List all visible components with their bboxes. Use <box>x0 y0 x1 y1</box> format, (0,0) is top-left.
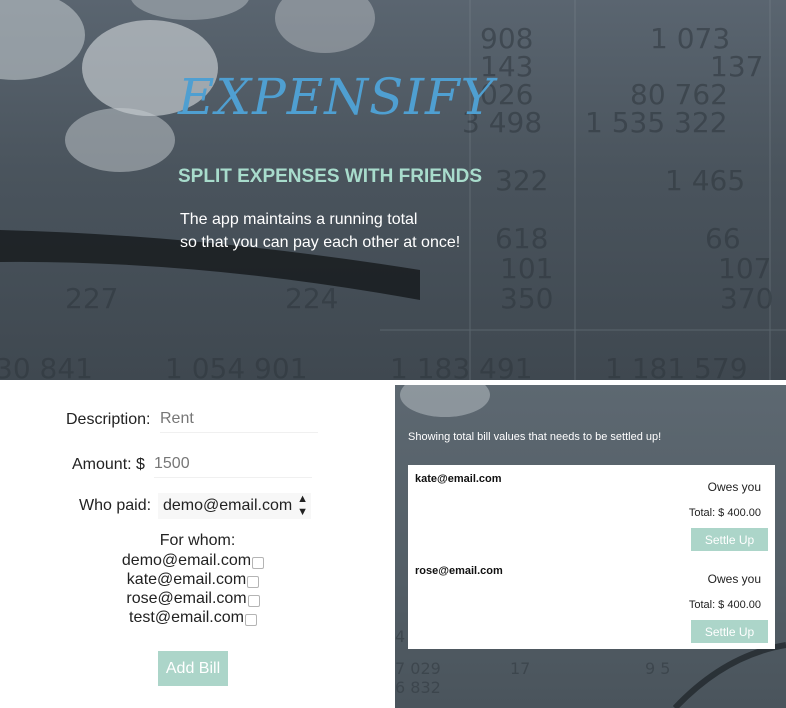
svg-text:224: 224 <box>285 282 338 315</box>
settle-entry-status: Owes you <box>707 480 761 494</box>
settle-up-button[interactable]: Settle Up <box>691 528 768 551</box>
svg-text:17: 17 <box>510 659 530 678</box>
svg-text:9 5: 9 5 <box>645 659 670 678</box>
svg-text:66: 66 <box>705 222 741 255</box>
add-bill-button[interactable]: Add Bill <box>158 651 228 686</box>
for-whom-checkbox[interactable] <box>247 575 260 588</box>
svg-text:618: 618 <box>495 222 548 255</box>
svg-text:1 054 901: 1 054 901 <box>165 352 308 380</box>
for-whom-item: rose@email.com <box>0 589 386 608</box>
app-subtitle: SPLIT EXPENSES WITH FRIENDS <box>178 166 483 187</box>
svg-text:101: 101 <box>500 252 553 285</box>
who-paid-select[interactable]: demo@email.com ▲ ▼ <box>158 493 311 519</box>
svg-text:30 841: 30 841 <box>0 352 93 380</box>
for-whom-label: For whom: <box>159 532 236 549</box>
select-arrows-icon: ▲ ▼ <box>297 493 308 518</box>
for-whom-email: test@email.com <box>129 609 244 626</box>
for-whom-item: kate@email.com <box>0 570 386 589</box>
svg-text:370: 370 <box>720 282 773 315</box>
settle-entry-status: Owes you <box>707 572 761 586</box>
for-whom-email: kate@email.com <box>126 571 247 588</box>
add-bill-form: Description: Amount: $ Who paid: demo@em… <box>0 380 395 708</box>
svg-text:107: 107 <box>718 252 771 285</box>
settle-up-button[interactable]: Settle Up <box>691 620 768 643</box>
svg-text:1 181 579: 1 181 579 <box>605 352 748 380</box>
svg-text:1 465: 1 465 <box>665 164 745 197</box>
amount-input[interactable] <box>154 451 312 478</box>
settle-entry: kate@email.com Owes you Total: $ 400.00 … <box>408 465 775 557</box>
svg-text:4: 4 <box>395 627 405 646</box>
svg-text:7 029: 7 029 <box>395 659 441 678</box>
description-line-1: The app maintains a running total <box>180 211 418 228</box>
svg-text:6 832: 6 832 <box>395 678 441 697</box>
who-paid-label: Who paid: <box>79 497 152 514</box>
for-whom-email: rose@email.com <box>126 590 247 607</box>
for-whom-item: test@email.com <box>0 608 386 627</box>
settle-up-panel: 4 7 029 6 832 17 9 5 Showing total bill … <box>395 385 786 708</box>
description-line-2: so that you can pay each other at once! <box>180 234 461 251</box>
svg-text:322: 322 <box>495 164 548 197</box>
settle-entry-total: Total: $ 400.00 <box>688 599 761 611</box>
hero-banner: 908 143 026 3 498 1 073 137 80 762 1 535… <box>0 0 786 380</box>
for-whom-item: demo@email.com <box>0 551 386 570</box>
app-title: EXPENSIFY <box>178 68 495 126</box>
settle-entry-total: Total: $ 400.00 <box>688 507 761 519</box>
who-paid-selected-value: demo@email.com <box>163 497 293 514</box>
for-whom-checkbox[interactable] <box>252 556 265 569</box>
settle-entry-email: kate@email.com <box>415 473 502 485</box>
description-label: Description: <box>66 411 151 428</box>
for-whom-list: demo@email.com kate@email.com rose@email… <box>0 551 386 627</box>
amount-label: Amount: $ <box>72 456 145 473</box>
for-whom-checkbox[interactable] <box>247 594 260 607</box>
svg-text:227: 227 <box>65 282 118 315</box>
for-whom-email: demo@email.com <box>121 552 252 569</box>
svg-text:1 535 322: 1 535 322 <box>585 106 728 139</box>
settle-up-card: kate@email.com Owes you Total: $ 400.00 … <box>408 465 775 649</box>
for-whom-checkbox[interactable] <box>244 613 257 626</box>
svg-text:1 183 491: 1 183 491 <box>390 352 533 380</box>
svg-text:350: 350 <box>500 282 553 315</box>
settle-entry-email: rose@email.com <box>415 565 503 577</box>
description-input[interactable] <box>160 406 318 433</box>
app-description: The app maintains a running total so tha… <box>180 208 500 254</box>
settle-up-heading: Showing total bill values that needs to … <box>408 431 662 443</box>
settle-entry: rose@email.com Owes you Total: $ 400.00 … <box>408 557 775 649</box>
calculator-background-image: 908 143 026 3 498 1 073 137 80 762 1 535… <box>0 0 786 380</box>
